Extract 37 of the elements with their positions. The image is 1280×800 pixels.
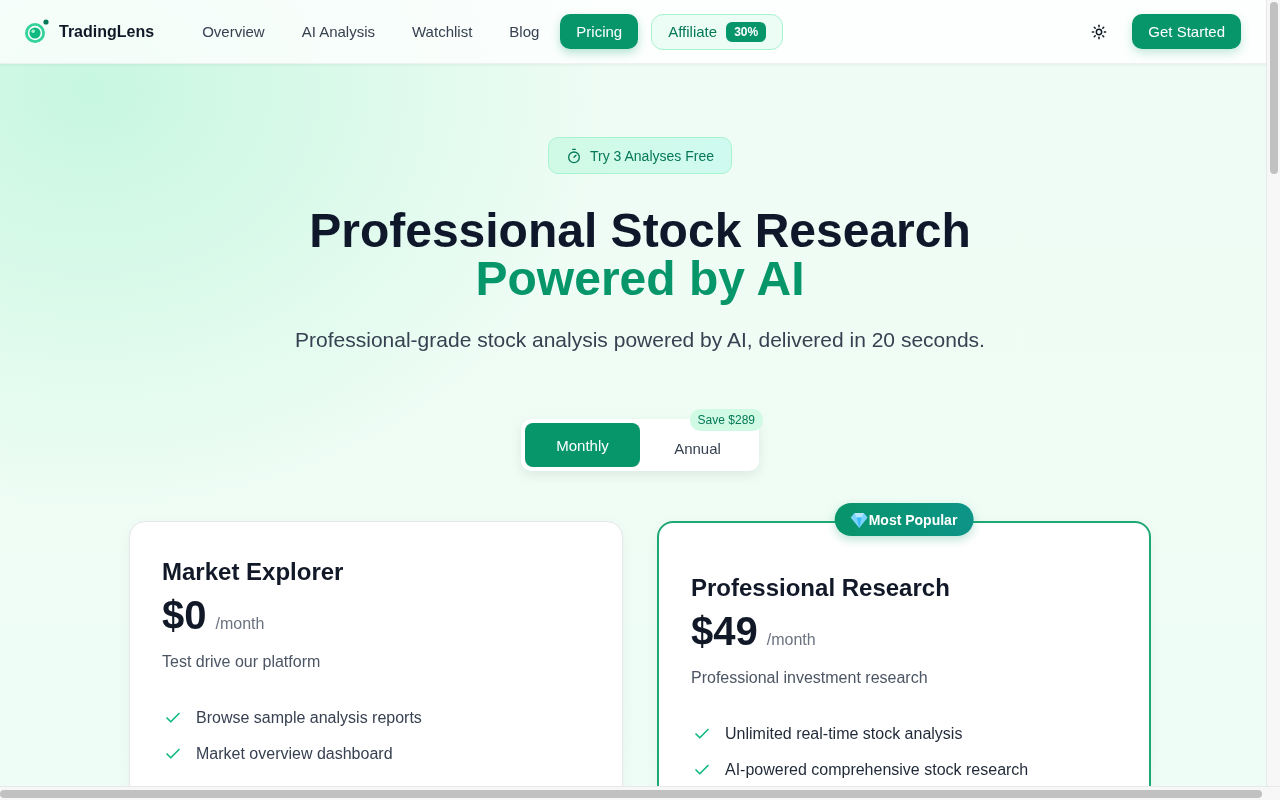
nav-link[interactable]: AI Analysis <box>285 14 391 49</box>
hero-title: Professional Stock Research <box>309 207 971 255</box>
free-trial-text: Try 3 Analyses Free <box>590 147 714 164</box>
scrollbar-thumb[interactable] <box>0 790 1262 798</box>
feature-text: Market overview dashboard <box>196 745 393 763</box>
commission-badge: 30% <box>726 21 767 42</box>
affiliate-link[interactable]: Affiliate 30% <box>651 13 784 50</box>
feature-text: Unlimited real-time stock analysis <box>725 725 963 743</box>
feature-text: AI-powered comprehensive stock research <box>725 761 1029 779</box>
most-popular-text: Most Popular <box>868 511 958 528</box>
logo-icon <box>24 19 49 44</box>
get-started-button[interactable]: Get Started <box>1132 14 1241 49</box>
billing-option[interactable]: Monthly <box>525 423 640 467</box>
nav-link[interactable]: Blog <box>493 14 556 49</box>
hero-title-accent: Powered by AI <box>475 255 805 303</box>
scrollbar-thumb[interactable] <box>1270 2 1278 174</box>
nav-link[interactable]: Watchlist <box>396 14 489 49</box>
billing-option[interactable]: Annual <box>640 434 755 462</box>
brand-name[interactable]: TradingLens <box>59 22 155 41</box>
plan-price: $49 <box>691 608 758 655</box>
hero-subtitle: Professional-grade stock analysis powered by AI, delivered in 20 seconds. <box>295 327 985 353</box>
plan-price: $0 <box>162 592 207 639</box>
diamond-icon <box>850 511 868 528</box>
theme-toggle-button[interactable] <box>1091 23 1108 40</box>
feature-text: Browse sample analysis reports <box>196 709 422 727</box>
affiliate-label: Affiliate <box>668 23 718 40</box>
price-period: /month <box>215 615 265 633</box>
price-period: /month <box>766 631 816 649</box>
timer-icon <box>566 147 582 164</box>
nav-link[interactable]: Pricing <box>560 14 639 49</box>
plan-name: Market Explorer <box>162 557 345 587</box>
plan-description: Professional investment research <box>691 668 929 688</box>
nav-link[interactable]: Overview <box>186 14 281 49</box>
sun-icon <box>1091 23 1108 40</box>
savings-badge: Save $289 <box>689 409 763 431</box>
plan-name: Professional Research <box>691 573 951 603</box>
plan-description: Test drive our platform <box>162 652 322 672</box>
